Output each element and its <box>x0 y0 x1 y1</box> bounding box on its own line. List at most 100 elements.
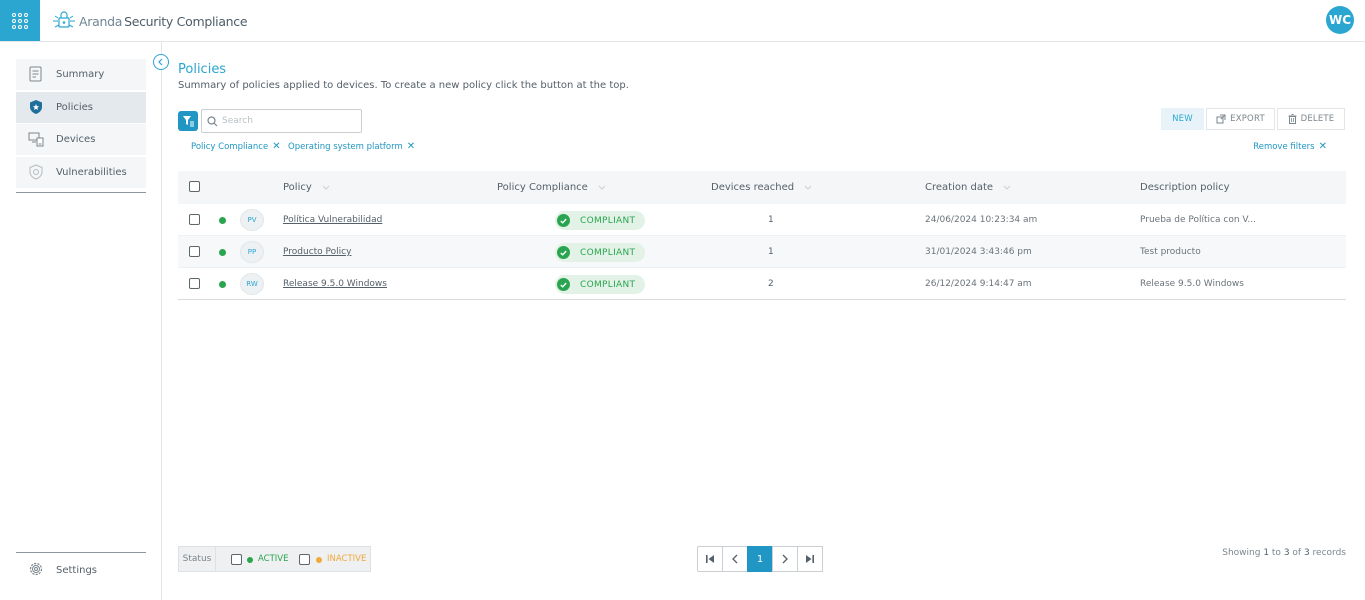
sidebar-item-label: Summary <box>56 69 105 80</box>
policy-description: Release 9.5.0 Windows <box>1140 279 1244 289</box>
chevron-down-icon <box>804 185 812 190</box>
sidebar-item-policies[interactable]: Policies <box>16 92 146 123</box>
policy-name-link[interactable]: Release 9.5.0 Windows <box>283 279 387 289</box>
column-header-compliance[interactable]: Policy Compliance <box>497 182 606 193</box>
policy-avatar: PV <box>240 209 264 231</box>
status-dot-active <box>247 557 253 563</box>
sidebar-item-settings[interactable]: Settings <box>16 557 146 583</box>
chevron-right-icon <box>782 554 788 564</box>
status-dot-active <box>219 217 226 224</box>
table-row: PP Producto Policy COMPLIANT 1 31/01/202… <box>178 236 1346 268</box>
brand-name-bold: Security Compliance <box>124 13 248 29</box>
pagination: 1 <box>697 546 823 572</box>
column-header-created[interactable]: Creation date <box>925 182 1011 193</box>
settings-label: Settings <box>56 565 98 576</box>
first-page-button[interactable] <box>697 546 723 572</box>
last-page-button[interactable] <box>797 546 823 572</box>
records-mid: of <box>1289 548 1304 558</box>
records-summary: Showing 1 to 3 of 3 records <box>1222 548 1346 558</box>
sidebar-item-label: Devices <box>56 134 96 145</box>
chevron-left-icon <box>158 58 163 66</box>
policy-description: Prueba de Política con V... <box>1140 215 1256 225</box>
select-all-checkbox[interactable] <box>189 181 200 192</box>
top-header: Aranda Security Compliance WC <box>0 0 1365 42</box>
chevron-down-icon <box>322 185 330 190</box>
creation-date: 31/01/2024 3:43:46 pm <box>925 247 1032 257</box>
devices-reached: 1 <box>768 215 774 225</box>
devices-reached: 2 <box>768 279 774 289</box>
records-suffix: records <box>1309 548 1346 558</box>
check-circle-icon <box>557 278 570 291</box>
sidebar: Summary Policies Devices Vulnerabilities <box>0 42 162 600</box>
close-icon[interactable]: ✕ <box>407 141 415 152</box>
table-header: Policy Policy Compliance Devices reached… <box>178 171 1346 204</box>
user-avatar[interactable]: WC <box>1326 6 1354 34</box>
check-circle-icon <box>557 246 570 259</box>
delete-button[interactable]: DELETE <box>1277 108 1345 130</box>
filter-chip-label: Policy Compliance <box>191 141 269 152</box>
inactive-checkbox[interactable] <box>299 554 310 565</box>
column-header-policy[interactable]: Policy <box>283 182 330 193</box>
policy-name-link[interactable]: Producto Policy <box>283 247 351 257</box>
shield-star-icon <box>30 100 42 114</box>
table-row: RW Release 9.5.0 Windows COMPLIANT 2 26/… <box>178 268 1346 300</box>
row-checkbox[interactable] <box>189 278 200 289</box>
new-button[interactable]: NEW <box>1161 108 1204 130</box>
delete-label: DELETE <box>1300 114 1335 124</box>
compliance-badge: COMPLIANT <box>555 211 645 230</box>
vulnerability-shield-icon <box>29 164 43 180</box>
sidebar-item-vulnerabilities[interactable]: Vulnerabilities <box>16 157 146 188</box>
row-checkbox[interactable] <box>189 214 200 225</box>
first-page-icon <box>706 555 714 563</box>
compliance-label: COMPLIANT <box>580 247 636 258</box>
column-header-description: Description policy <box>1140 182 1230 193</box>
export-button[interactable]: EXPORT <box>1206 108 1275 130</box>
close-icon[interactable]: ✕ <box>272 141 280 152</box>
table-row: PV Política Vulnerabilidad COMPLIANT 1 2… <box>178 204 1346 236</box>
filter-icon <box>182 116 194 127</box>
chevron-down-icon <box>1003 185 1011 190</box>
prev-page-button[interactable] <box>722 546 748 572</box>
filter-chip-label: Operating system platform <box>288 141 403 152</box>
filter-button[interactable] <box>178 111 198 131</box>
policy-name-link[interactable]: Política Vulnerabilidad <box>283 215 382 225</box>
compliance-label: COMPLIANT <box>580 279 636 290</box>
status-label: Status <box>179 547 216 571</box>
summary-icon <box>29 66 42 82</box>
apps-menu-button[interactable] <box>0 0 40 41</box>
creation-date: 24/06/2024 10:23:34 am <box>925 215 1038 225</box>
records-prefix: Showing <box>1222 548 1264 558</box>
row-checkbox[interactable] <box>189 246 200 257</box>
page-title: Policies <box>178 62 227 77</box>
search-input[interactable] <box>222 113 357 129</box>
search-icon <box>207 116 218 127</box>
app-logo: Aranda Security Compliance <box>52 11 248 31</box>
brand-name-light: Aranda <box>79 13 123 29</box>
security-logo-icon <box>53 11 75 28</box>
next-page-button[interactable] <box>772 546 798 572</box>
remove-filters-link[interactable]: Remove filters ✕ <box>1253 141 1327 152</box>
status-dot-active <box>219 281 226 288</box>
export-label: EXPORT <box>1230 114 1265 124</box>
sidebar-item-summary[interactable]: Summary <box>16 59 146 90</box>
collapse-sidebar-button[interactable] <box>153 54 169 70</box>
policy-avatar: PP <box>240 241 264 263</box>
export-icon <box>1216 114 1226 124</box>
creation-date: 26/12/2024 9:14:47 am <box>925 279 1032 289</box>
gear-icon <box>29 562 43 576</box>
close-icon: ✕ <box>1318 141 1327 152</box>
column-header-devices[interactable]: Devices reached <box>711 182 812 193</box>
column-label: Description policy <box>1140 182 1230 193</box>
page-subtitle: Summary of policies applied to devices. … <box>178 80 629 91</box>
sidebar-item-devices[interactable]: Devices <box>16 124 146 155</box>
check-circle-icon <box>557 214 570 227</box>
page-button-current[interactable]: 1 <box>747 546 773 572</box>
status-dot-active <box>219 249 226 256</box>
trash-icon <box>1288 114 1297 124</box>
compliance-badge: COMPLIANT <box>555 243 645 262</box>
status-dot-inactive <box>316 557 322 563</box>
records-mid: to <box>1269 548 1284 558</box>
compliance-badge: COMPLIANT <box>555 275 645 294</box>
column-label: Policy <box>283 182 312 193</box>
active-checkbox[interactable] <box>231 554 242 565</box>
